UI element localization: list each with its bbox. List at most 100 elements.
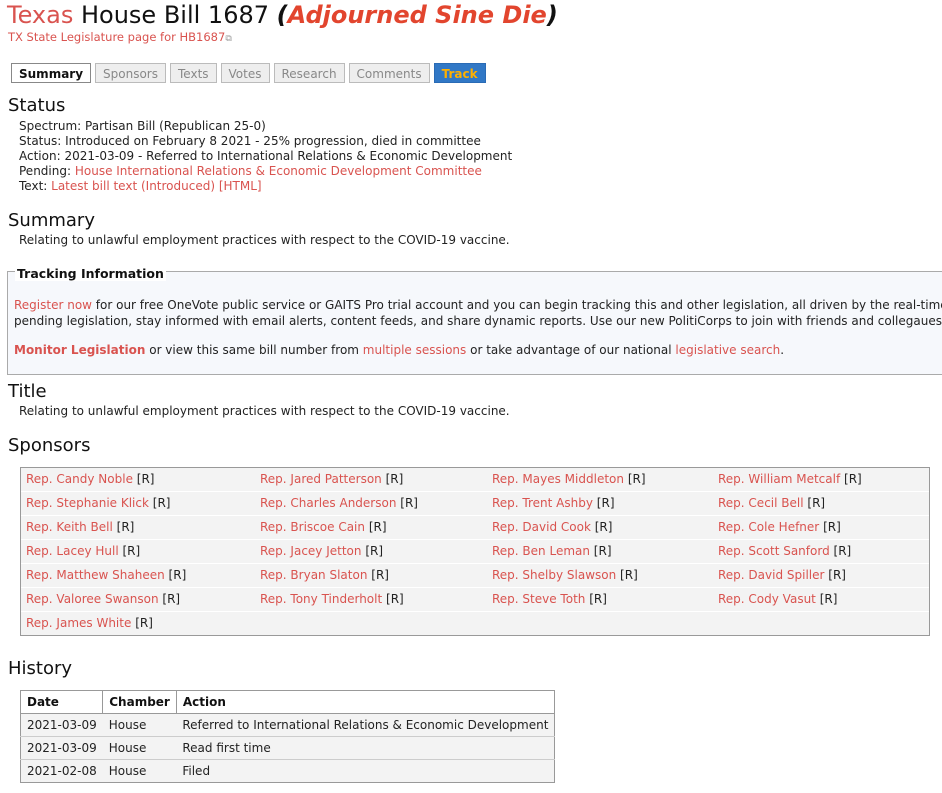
state-name: Texas	[7, 1, 74, 29]
tab-research[interactable]: Research	[273, 63, 345, 83]
sponsor-party: [R]	[400, 496, 418, 510]
history-heading: History	[8, 658, 73, 679]
pending-committee-link[interactable]: House International Relations & Economic…	[75, 164, 482, 178]
sponsor-party: [R]	[844, 472, 862, 486]
action-value: 2021-03-09 - Referred to International R…	[64, 149, 513, 163]
sponsor-link[interactable]: Rep. Scott Sanford	[718, 544, 830, 558]
sponsor-cell: Rep. Candy Noble [R]	[21, 468, 255, 491]
table-row: 2021-02-08 House Filed	[20, 759, 555, 783]
sponsor-link[interactable]: Rep. Tony Tinderholt	[260, 592, 382, 606]
sponsor-link[interactable]: Rep. Mayes Middleton	[492, 472, 624, 486]
sponsor-row: Rep. Stephanie Klick [R] Rep. Charles And…	[21, 492, 929, 516]
sponsor-link[interactable]: Rep. Stephanie Klick	[26, 496, 149, 510]
tab-texts[interactable]: Texts	[170, 63, 217, 83]
sponsor-link[interactable]: Rep. Jared Patterson	[260, 472, 382, 486]
sponsor-party: [R]	[828, 568, 846, 582]
sponsor-link[interactable]: Rep. Keith Bell	[26, 520, 113, 534]
tab-votes[interactable]: Votes	[220, 63, 270, 83]
sponsors-table: Rep. Candy Noble [R] Rep. Jared Patterson…	[20, 467, 930, 636]
sponsor-cell: Rep. Bryan Slaton [R]	[255, 564, 487, 587]
sponsor-cell: Rep. Jacey Jetton [R]	[255, 540, 487, 563]
sponsor-row: Rep. James White [R]	[21, 612, 929, 635]
sponsor-party: [R]	[385, 472, 404, 486]
history-col-chamber: Chamber	[102, 690, 177, 714]
sponsor-cell: Rep. Ben Leman [R]	[487, 540, 713, 563]
register-link[interactable]: Register now	[14, 298, 92, 312]
sponsor-party: [R]	[162, 592, 181, 606]
tab-bar: Summary Sponsors Texts Votes Research Co…	[11, 63, 486, 83]
sponsor-party: [R]	[807, 496, 826, 510]
sponsor-link[interactable]: Rep. James White	[26, 616, 131, 630]
sponsor-link[interactable]: Rep. Steve Toth	[492, 592, 585, 606]
summary-heading: Summary	[8, 210, 95, 231]
sponsor-party: [R]	[136, 472, 155, 486]
sponsor-party: [R]	[135, 616, 153, 630]
sponsor-party: [R]	[596, 496, 615, 510]
sponsor-cell: Rep. Mayes Middleton [R]	[487, 468, 713, 491]
sponsor-cell: Rep. Lacey Hull [R]	[21, 540, 255, 563]
sponsor-link[interactable]: Rep. Briscoe Cain	[260, 520, 365, 534]
sponsor-row: Rep. Valoree Swanson [R] Rep. Tony Tinder…	[21, 588, 929, 612]
sponsor-link[interactable]: Rep. Ben Leman	[492, 544, 590, 558]
history-col-date: Date	[19, 690, 104, 714]
legislative-search-link[interactable]: legislative search	[675, 343, 780, 357]
sponsor-cell: Rep. Cecil Bell [R]	[713, 492, 929, 515]
sponsor-cell: Rep. Jared Patterson [R]	[255, 468, 487, 491]
sponsor-link[interactable]: Rep. Cecil Bell	[718, 496, 804, 510]
sponsor-party: [R]	[371, 568, 389, 582]
tab-track[interactable]: Track	[433, 63, 486, 83]
sponsor-link[interactable]: Rep. Cole Hefner	[718, 520, 819, 534]
tracking-panel: Tracking Information Register now for ou…	[7, 266, 942, 375]
sponsor-cell: Rep. Scott Sanford [R]	[713, 540, 929, 563]
sponsor-party: [R]	[594, 520, 613, 534]
history-chamber: House	[102, 736, 177, 760]
sponsor-link[interactable]: Rep. Lacey Hull	[26, 544, 119, 558]
history-date: 2021-03-09	[20, 713, 103, 737]
multiple-sessions-link[interactable]: multiple sessions	[363, 343, 467, 357]
sponsor-cell: Rep. William Metcalf [R]	[713, 468, 929, 491]
sponsor-party: [R]	[122, 544, 141, 558]
sponsor-party: [R]	[365, 544, 384, 558]
tab-comments[interactable]: Comments	[348, 63, 430, 83]
sponsor-link[interactable]: Rep. Trent Ashby	[492, 496, 593, 510]
sponsor-link[interactable]: Rep. Charles Anderson	[260, 496, 396, 510]
bill-status: Adjourned Sine Die	[287, 1, 547, 29]
tab-summary[interactable]: Summary	[11, 63, 92, 83]
sponsor-link[interactable]: Rep. Candy Noble	[26, 472, 133, 486]
sponsor-party: [R]	[833, 544, 852, 558]
external-link-icon: ⧉	[225, 34, 232, 44]
sponsor-link[interactable]: Rep. William Metcalf	[718, 472, 840, 486]
history-col-action: Action	[175, 690, 556, 714]
history-chamber: House	[102, 759, 177, 783]
tab-sponsors[interactable]: Sponsors	[95, 63, 166, 83]
sponsor-cell: Rep. Steve Toth [R]	[487, 588, 713, 611]
sponsor-link[interactable]: Rep. David Spiller	[718, 568, 824, 582]
sponsor-link[interactable]: Rep. Matthew Shaheen	[26, 568, 165, 582]
bill-text-link[interactable]: Latest bill text (Introduced) [HTML]	[51, 179, 261, 193]
summary-text: Relating to unlawful employment practice…	[19, 233, 510, 247]
sponsor-party: [R]	[386, 592, 404, 606]
sponsor-cell: Rep. Keith Bell [R]	[21, 516, 255, 539]
sponsor-link[interactable]: Rep. David Cook	[492, 520, 591, 534]
sponsor-party: [R]	[620, 568, 638, 582]
sponsor-cell	[487, 612, 713, 635]
history-chamber: House	[102, 713, 177, 737]
sponsor-link[interactable]: Rep. Valoree Swanson	[26, 592, 159, 606]
state-legislature-link[interactable]: TX State Legislature page for HB1687⧉	[8, 30, 232, 44]
sponsor-row: Rep. Matthew Shaheen [R] Rep. Bryan Slato…	[21, 564, 929, 588]
sponsor-row: Rep. Keith Bell [R] Rep. Briscoe Cain [R]…	[21, 516, 929, 540]
sponsor-cell: Rep. David Spiller [R]	[713, 564, 929, 587]
sponsor-party: [R]	[823, 520, 841, 534]
sponsor-row: Rep. Candy Noble [R] Rep. Jared Patterson…	[21, 468, 929, 492]
monitor-legislation-link[interactable]: Monitor Legislation	[14, 343, 145, 357]
sponsor-link[interactable]: Rep. Jacey Jetton	[260, 544, 362, 558]
title-text: Relating to unlawful employment practice…	[19, 404, 510, 418]
sponsor-party: [R]	[819, 592, 838, 606]
sponsor-cell: Rep. Briscoe Cain [R]	[255, 516, 487, 539]
sponsor-link[interactable]: Rep. Shelby Slawson	[492, 568, 616, 582]
history-action: Referred to International Relations & Ec…	[176, 713, 555, 737]
sponsor-link[interactable]: Rep. Cody Vasut	[718, 592, 816, 606]
sponsor-link[interactable]: Rep. Bryan Slaton	[260, 568, 367, 582]
bill-name: House Bill 1687	[80, 1, 269, 29]
sponsor-party: [R]	[152, 496, 171, 510]
